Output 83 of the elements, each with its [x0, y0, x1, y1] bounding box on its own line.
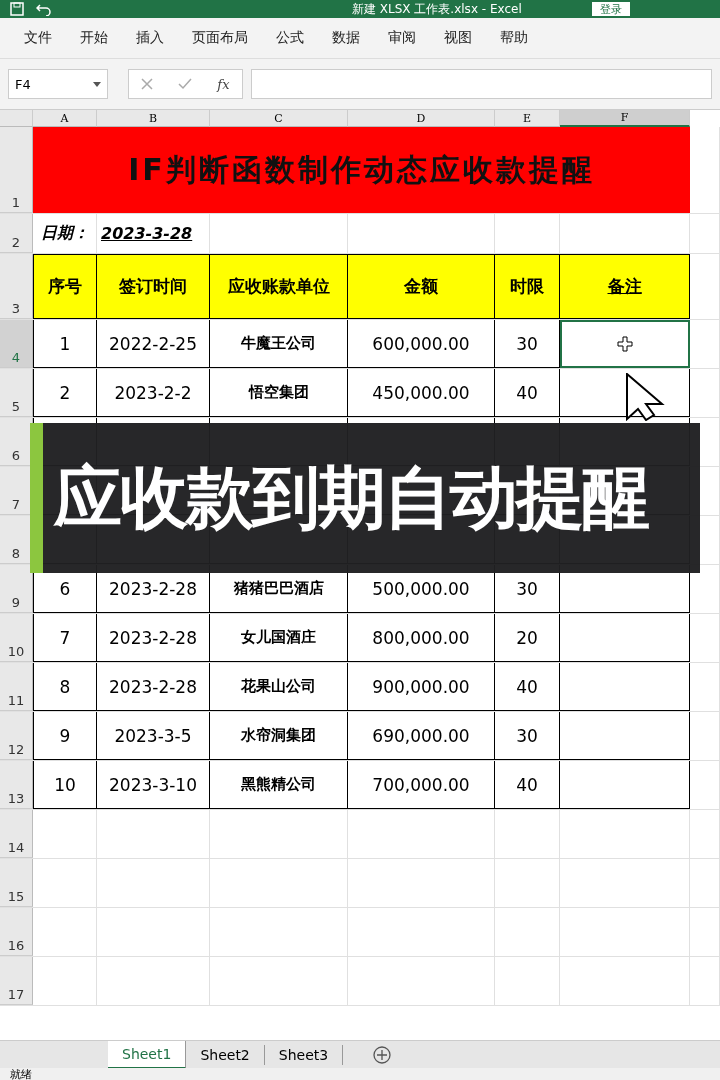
table-cell: 花果山公司 [210, 663, 348, 711]
row-header[interactable]: 15 [0, 859, 33, 907]
table-cell: 2023-2-28 [97, 614, 210, 662]
menu-item[interactable]: 插入 [122, 29, 178, 47]
table-cell: 2023-3-5 [97, 712, 210, 760]
table-cell: 2023-2-28 [97, 663, 210, 711]
name-box[interactable]: F4 [8, 69, 108, 99]
cross-cursor-icon [616, 335, 633, 352]
table-cell: 黑熊精公司 [210, 761, 348, 809]
table-cell: 1 [33, 320, 97, 368]
column-header[interactable]: C [210, 110, 348, 127]
table-cell: 600,000.00 [348, 320, 495, 368]
table-cell: 690,000.00 [348, 712, 495, 760]
sheet-tab[interactable]: Sheet1 [108, 1041, 187, 1069]
table-cell: 40 [495, 663, 560, 711]
column-heading: 时限 [495, 254, 560, 319]
column-heading: 应收账款单位 [210, 254, 348, 319]
row-header[interactable]: 3 [0, 254, 33, 319]
menu-item[interactable]: 帮助 [486, 29, 542, 47]
column-header[interactable]: F [560, 110, 690, 127]
row-header[interactable]: 4 [0, 320, 33, 368]
save-icon[interactable] [10, 2, 24, 16]
menu-item[interactable]: 页面布局 [178, 29, 262, 47]
table-cell: 8 [33, 663, 97, 711]
column-heading: 金额 [348, 254, 495, 319]
dropdown-icon[interactable] [93, 81, 101, 87]
row-header[interactable]: 5 [0, 369, 33, 417]
table-cell: 女儿国酒庄 [210, 614, 348, 662]
table-cell: 牛魔王公司 [210, 320, 348, 368]
row-header[interactable]: 2 [0, 214, 33, 253]
row-header[interactable]: 17 [0, 957, 33, 1005]
table-cell: 7 [33, 614, 97, 662]
table-cell: 20 [495, 614, 560, 662]
column-heading: 序号 [33, 254, 97, 319]
table-cell: 2023-2-2 [97, 369, 210, 417]
row-header[interactable]: 13 [0, 761, 33, 809]
table-cell: 40 [495, 761, 560, 809]
menu-item[interactable]: 文件 [10, 29, 66, 47]
table-cell: 2 [33, 369, 97, 417]
column-header[interactable]: B [97, 110, 210, 127]
column-header[interactable]: A [33, 110, 97, 127]
add-sheet-icon[interactable] [373, 1046, 392, 1064]
menu-item[interactable]: 公式 [262, 29, 318, 47]
selected-cell[interactable] [560, 320, 690, 368]
row-header[interactable]: 11 [0, 663, 33, 711]
table-cell: 30 [495, 712, 560, 760]
menu-item[interactable]: 视图 [430, 29, 486, 47]
status-text: 就绪 [10, 1068, 32, 1080]
row-header[interactable]: 9 [0, 565, 33, 613]
table-cell: 700,000.00 [348, 761, 495, 809]
table-cell: 2023-3-10 [97, 761, 210, 809]
date-label: 日期： [41, 223, 89, 244]
table-cell: 800,000.00 [348, 614, 495, 662]
formula-input[interactable] [251, 69, 712, 99]
menu-item[interactable]: 数据 [318, 29, 374, 47]
row-header[interactable]: 14 [0, 810, 33, 858]
column-header[interactable]: E [495, 110, 560, 127]
row-header[interactable]: 16 [0, 908, 33, 956]
row-header[interactable]: 1 [0, 127, 33, 213]
insert-function-button[interactable]: fx [217, 76, 230, 92]
undo-icon[interactable] [36, 2, 52, 16]
table-cell: 10 [33, 761, 97, 809]
sheet-title: IF判断函数制作动态应收款提醒 [33, 127, 690, 213]
table-cell: 40 [495, 369, 560, 417]
window-title: 新建 XLSX 工作表.xlsx - Excel [352, 0, 522, 18]
menu-item[interactable]: 审阅 [374, 29, 430, 47]
login-button[interactable]: 登录 [591, 2, 630, 16]
table-cell: 2022-2-25 [97, 320, 210, 368]
column-header[interactable]: D [348, 110, 495, 127]
column-heading: 签订时间 [97, 254, 210, 319]
table-cell: 悟空集团 [210, 369, 348, 417]
row-header[interactable]: 12 [0, 712, 33, 760]
table-cell: 450,000.00 [348, 369, 495, 417]
table-cell: 水帘洞集团 [210, 712, 348, 760]
table-cell: 900,000.00 [348, 663, 495, 711]
menu-item[interactable]: 开始 [66, 29, 122, 47]
table-cell: 9 [33, 712, 97, 760]
caption-text: 应收款到期自动提醒 [54, 456, 648, 539]
table-cell: 30 [495, 320, 560, 368]
row-header[interactable]: 10 [0, 614, 33, 662]
column-heading: 备注 [560, 254, 690, 319]
date-value: 2023-3-28 [101, 224, 193, 243]
check-icon[interactable] [178, 78, 193, 90]
